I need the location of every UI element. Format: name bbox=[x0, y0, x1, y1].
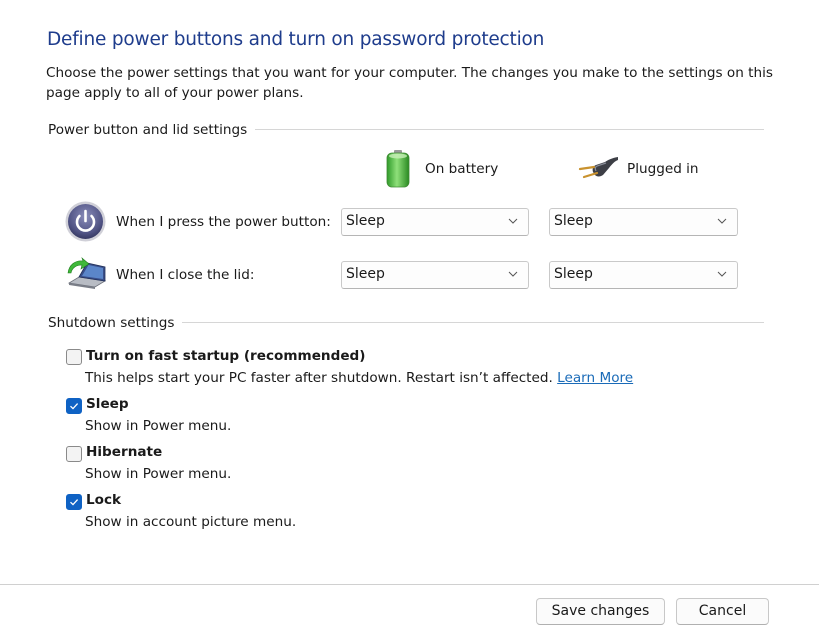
lock-description: Show in account picture menu. bbox=[85, 514, 297, 530]
save-changes-button[interactable]: Save changes bbox=[536, 598, 665, 625]
page-title: Define power buttons and turn on passwor… bbox=[47, 29, 545, 50]
selected-value: Sleep bbox=[554, 266, 593, 282]
learn-more-link[interactable]: Learn More bbox=[557, 370, 633, 386]
column-header-plugged-in: Plugged in bbox=[627, 161, 699, 177]
close-lid-plugged-in-select[interactable]: Sleep bbox=[549, 261, 738, 289]
fast-startup-checkbox[interactable] bbox=[66, 349, 82, 365]
fast-startup-title: Turn on fast startup (recommended) bbox=[86, 348, 366, 364]
power-plug-icon bbox=[578, 155, 620, 183]
chevron-down-icon bbox=[717, 271, 727, 277]
selected-value: Sleep bbox=[554, 213, 593, 229]
selected-value: Sleep bbox=[346, 266, 385, 282]
battery-icon bbox=[383, 149, 413, 189]
cancel-button[interactable]: Cancel bbox=[676, 598, 769, 625]
close-lid-label: When I close the lid: bbox=[116, 267, 255, 283]
laptop-lid-icon bbox=[65, 257, 107, 293]
sleep-description: Show in Power menu. bbox=[85, 418, 232, 434]
lock-checkbox[interactable] bbox=[66, 494, 82, 510]
chevron-down-icon bbox=[717, 218, 727, 224]
power-section-label: Power button and lid settings bbox=[48, 122, 256, 138]
column-header-on-battery: On battery bbox=[425, 161, 499, 177]
power-button-label: When I press the power button: bbox=[116, 214, 331, 230]
fast-startup-description: This helps start your PC faster after sh… bbox=[85, 370, 633, 386]
hibernate-description: Show in Power menu. bbox=[85, 466, 232, 482]
hibernate-title: Hibernate bbox=[86, 444, 163, 460]
lock-title: Lock bbox=[86, 492, 122, 508]
shutdown-section-label: Shutdown settings bbox=[48, 315, 183, 331]
sleep-checkbox[interactable] bbox=[66, 398, 82, 414]
footer-divider bbox=[0, 584, 819, 585]
hibernate-checkbox[interactable] bbox=[66, 446, 82, 462]
power-button-icon bbox=[65, 201, 106, 242]
power-button-plugged-in-select[interactable]: Sleep bbox=[549, 208, 738, 236]
chevron-down-icon bbox=[508, 271, 518, 277]
fast-startup-description-text: This helps start your PC faster after sh… bbox=[85, 370, 553, 386]
selected-value: Sleep bbox=[346, 213, 385, 229]
checkmark-icon bbox=[70, 403, 79, 410]
close-lid-on-battery-select[interactable]: Sleep bbox=[341, 261, 529, 289]
page-description: Choose the power settings that you want … bbox=[46, 65, 773, 101]
checkmark-icon bbox=[70, 499, 79, 506]
power-button-on-battery-select[interactable]: Sleep bbox=[341, 208, 529, 236]
sleep-title: Sleep bbox=[86, 396, 129, 412]
chevron-down-icon bbox=[508, 218, 518, 224]
